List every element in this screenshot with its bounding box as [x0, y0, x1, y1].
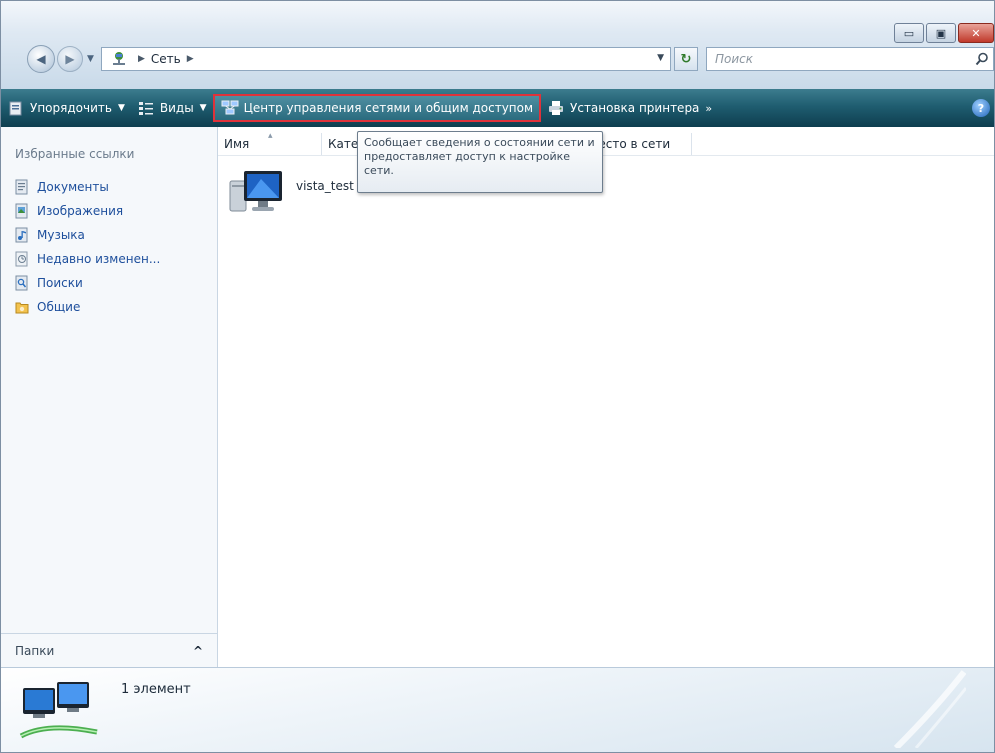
nav-item-public[interactable]: Общие	[15, 295, 160, 319]
chevron-down-icon: ▼	[199, 103, 207, 113]
views-button[interactable]: Виды ▼	[131, 95, 213, 121]
views-icon	[137, 99, 155, 117]
explorer-window: ▭ ▣ ✕ ◀ ▶ ▼ ▶ Сеть ▶ ▼ ↻ Поиск Упорядочи…	[0, 0, 995, 753]
close-icon[interactable]: ✕	[958, 23, 994, 43]
caption-buttons: ▭ ▣ ✕	[892, 23, 994, 43]
forward-button[interactable]: ▶	[57, 46, 83, 72]
folders-toggle[interactable]: Папки ^	[1, 633, 217, 667]
search-placeholder: Поиск	[715, 52, 754, 66]
back-arrow-icon: ◀	[36, 52, 46, 66]
recent-icon	[15, 251, 29, 267]
network-computers-icon	[19, 682, 98, 739]
search-input[interactable]: Поиск	[706, 47, 994, 71]
nav-item-recent[interactable]: Недавно изменен...	[15, 247, 160, 271]
organize-label: Упорядочить	[30, 101, 112, 115]
printer-icon	[547, 99, 565, 117]
more-commands-icon[interactable]: »	[705, 102, 712, 115]
searches-icon	[15, 275, 29, 291]
network-center-icon	[221, 99, 239, 117]
navigation-pane: Избранные ссылки Документы Изображения М…	[1, 127, 218, 667]
item-count: 1 элемент	[121, 682, 191, 697]
command-bar: Упорядочить ▼ Виды ▼ Центр управления се…	[1, 89, 994, 127]
chevron-up-icon[interactable]: ^	[193, 644, 203, 658]
nav-item-label: Документы	[37, 180, 109, 194]
music-icon	[15, 227, 29, 243]
nav-item-label: Изображения	[37, 204, 124, 218]
address-bar[interactable]: ▶ Сеть ▶ ▼	[101, 47, 671, 71]
refresh-button[interactable]: ↻	[674, 47, 698, 71]
column-header-name[interactable]: Имя ▴	[218, 131, 322, 155]
organize-button[interactable]: Упорядочить ▼	[1, 95, 131, 121]
network-center-label: Центр управления сетями и общим доступом	[243, 101, 534, 115]
favorite-links-list: Документы Изображения Музыка Недавно изм…	[15, 175, 160, 319]
breadcrumb-separator-icon[interactable]: ▶	[138, 54, 145, 64]
breadcrumb-network[interactable]: Сеть	[151, 52, 181, 66]
nav-item-documents[interactable]: Документы	[15, 175, 160, 199]
navigation-buttons: ◀ ▶ ▼	[27, 45, 94, 73]
add-printer-button[interactable]: Установка принтера »	[541, 95, 718, 121]
minimize-icon[interactable]: ▭	[894, 23, 924, 43]
list-item[interactable]: vista_test	[228, 167, 354, 219]
history-dropdown-icon[interactable]: ▼	[87, 54, 94, 73]
forward-arrow-icon: ▶	[65, 52, 75, 66]
nav-item-label: Музыка	[37, 228, 85, 242]
network-center-button[interactable]: Центр управления сетями и общим доступом	[212, 94, 542, 122]
nav-item-label: Недавно изменен...	[37, 252, 161, 266]
title-bar: ▭ ▣ ✕ ◀ ▶ ▼ ▶ Сеть ▶ ▼ ↻ Поиск	[1, 1, 994, 89]
computer-icon	[229, 171, 282, 212]
list-item-label: vista_test	[296, 179, 354, 193]
column-header-row: Имя ▴ Категория Место в сети	[218, 131, 994, 156]
nav-item-searches[interactable]: Поиски	[15, 271, 160, 295]
sort-indicator-icon: ▴	[268, 131, 273, 141]
back-button[interactable]: ◀	[27, 45, 55, 73]
search-icon[interactable]	[975, 52, 989, 66]
maximize-icon[interactable]: ▣	[926, 23, 956, 43]
network-icon	[110, 51, 128, 67]
favorite-links-heading: Избранные ссылки	[15, 147, 135, 161]
documents-icon	[15, 179, 29, 195]
pictures-icon	[15, 203, 29, 219]
breadcrumb-separator-icon[interactable]: ▶	[187, 54, 194, 64]
organize-icon	[7, 99, 25, 117]
file-list-area[interactable]: Имя ▴ Категория Место в сети vista_test	[218, 127, 994, 667]
decorative-gloss	[893, 670, 966, 748]
chevron-down-icon: ▼	[117, 103, 125, 113]
details-pane: 1 элемент	[1, 667, 994, 752]
public-folder-icon	[15, 299, 29, 315]
refresh-icon: ↻	[680, 51, 692, 67]
nav-item-pictures[interactable]: Изображения	[15, 199, 160, 223]
nav-item-label: Поиски	[37, 276, 83, 290]
nav-item-music[interactable]: Музыка	[15, 223, 160, 247]
add-printer-label: Установка принтера	[570, 101, 700, 115]
folders-label: Папки	[15, 643, 55, 658]
views-label: Виды	[159, 101, 194, 115]
help-icon[interactable]: ?	[972, 99, 990, 117]
nav-item-label: Общие	[37, 300, 81, 314]
address-dropdown-icon[interactable]: ▼	[657, 53, 664, 63]
tooltip: Сообщает сведения о состоянии сети и пре…	[357, 131, 603, 193]
